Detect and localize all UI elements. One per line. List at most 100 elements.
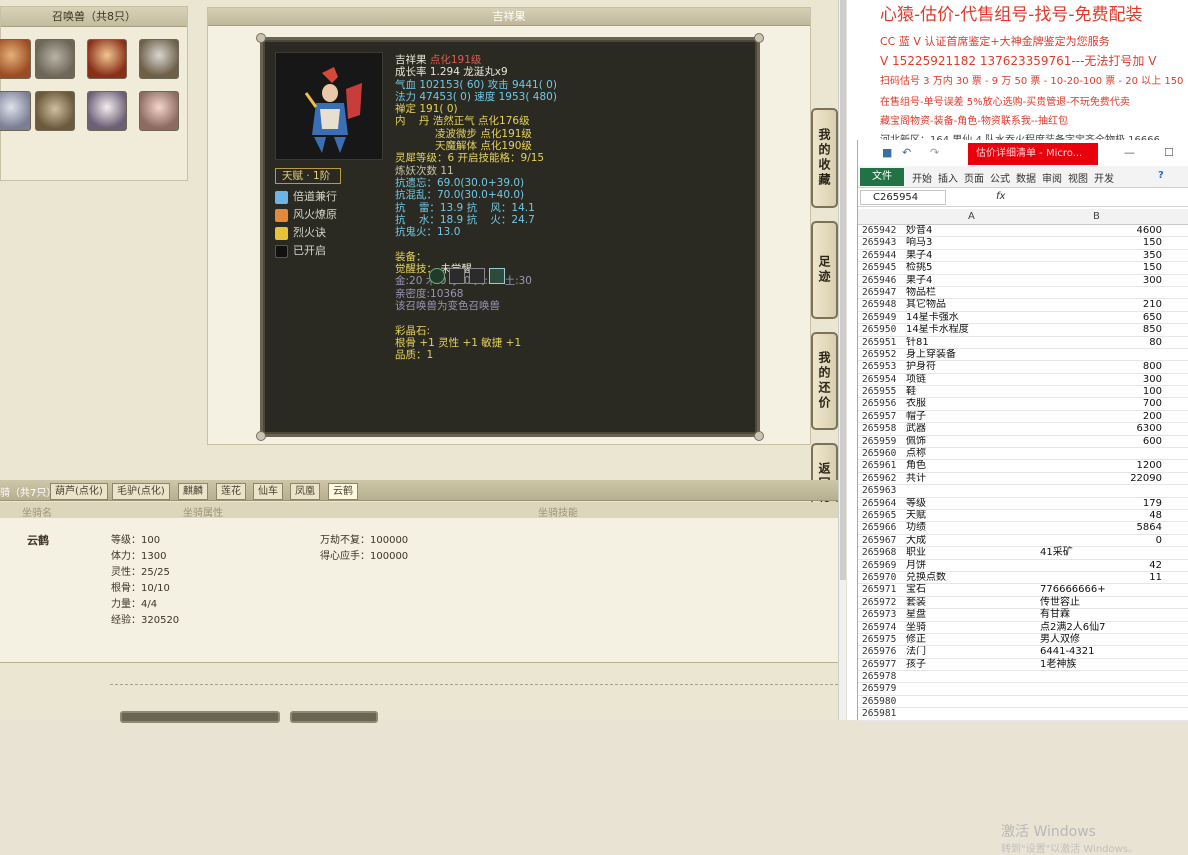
cell-b[interactable]: 200 <box>1040 411 1162 423</box>
sheet-row[interactable]: 265949 14星卡强水 650 <box>858 312 1188 325</box>
sheet-row[interactable]: 265960 点称 <box>858 448 1188 461</box>
sheet-row[interactable]: 265950 14星卡水程度 850 <box>858 324 1188 337</box>
sheet-row[interactable]: 265952 身上穿装备 <box>858 349 1188 362</box>
ribbon-tab[interactable]: 审阅 <box>1042 170 1062 185</box>
save-icon[interactable]: ■ <box>882 146 892 159</box>
column-a-header[interactable]: A <box>968 211 975 222</box>
equip-slot-icon[interactable] <box>429 268 445 284</box>
cell-a[interactable]: 等级 <box>906 498 1039 510</box>
sheet-row[interactable]: 265981 <box>858 708 1188 721</box>
sheet-row[interactable]: 265944 果子4 350 <box>858 250 1188 263</box>
sheet-row[interactable]: 265954 项链 300 <box>858 374 1188 387</box>
sheet-row[interactable]: 265976 法门 6441-4321 <box>858 646 1188 659</box>
cell-b[interactable]: 800 <box>1040 361 1162 373</box>
ribbon-tab[interactable]: 插入 <box>938 170 958 185</box>
cell-a[interactable]: 其它物品 <box>906 299 1039 311</box>
cell-b[interactable]: 700 <box>1040 398 1162 410</box>
sheet-row[interactable]: 265959 佩饰 600 <box>858 436 1188 449</box>
sheet-row[interactable]: 265958 武器 6300 <box>858 423 1188 436</box>
sheet-row[interactable]: 265969 月饼 42 <box>858 560 1188 572</box>
cell-b[interactable]: 776666666+ <box>1040 584 1162 596</box>
cell-b[interactable]: 点2满2人6仙7 <box>1040 622 1162 634</box>
redo-icon[interactable]: ↷ <box>930 146 939 159</box>
cell-a[interactable]: 月饼 <box>906 560 1039 572</box>
cell-a[interactable]: 法门 <box>906 646 1039 658</box>
sheet-row[interactable]: 265973 星盘 有甘霖 <box>858 609 1188 622</box>
cell-b[interactable]: 80 <box>1040 337 1162 349</box>
skill-row[interactable]: 风火燎原 <box>275 206 385 224</box>
scrollbar[interactable] <box>838 0 846 720</box>
cell-b[interactable]: 300 <box>1040 374 1162 386</box>
cell-a[interactable]: 套装 <box>906 597 1039 609</box>
cell-b[interactable]: 100 <box>1040 386 1162 398</box>
sheet-row[interactable]: 265963 <box>858 485 1188 498</box>
equip-slot-icon[interactable] <box>489 268 505 284</box>
summon-avatar-7[interactable] <box>87 91 127 131</box>
cell-a[interactable]: 14星卡水程度 <box>906 324 1039 336</box>
cell-b[interactable]: 350 <box>1040 250 1162 262</box>
ribbon-tab[interactable]: 数据 <box>1016 170 1036 185</box>
cell-b[interactable]: 0 <box>1040 535 1162 547</box>
sheet-row[interactable]: 265947 物品栏 <box>858 287 1188 300</box>
cell-a[interactable]: 检挑5 <box>906 262 1039 274</box>
sheet-row[interactable]: 265980 <box>858 696 1188 709</box>
sheet-row[interactable]: 265956 衣服 700 <box>858 398 1188 411</box>
summon-avatar-8[interactable] <box>139 91 179 131</box>
cell-b[interactable]: 179 <box>1040 498 1162 510</box>
cell-b[interactable]: 210 <box>1040 299 1162 311</box>
scrollbar-thumb[interactable] <box>840 0 846 580</box>
sheet-row[interactable]: 265974 坐骑 点2满2人6仙7 <box>858 622 1188 634</box>
sheet-row[interactable]: 265946 果子4 300 <box>858 275 1188 287</box>
sheet-row[interactable]: 265953 护身符 800 <box>858 361 1188 374</box>
action-button[interactable] <box>290 711 378 723</box>
cell-a[interactable]: 大成 <box>906 535 1039 547</box>
file-tab[interactable]: 文件 <box>860 168 904 186</box>
skill-row[interactable]: 烈火诀 <box>275 224 385 242</box>
side-tab-history[interactable]: 足迹 <box>811 221 838 319</box>
sheet-row[interactable]: 265948 其它物品 210 <box>858 299 1188 312</box>
sheet-row[interactable]: 265970 兑换点数 11 <box>858 572 1188 585</box>
cell-b[interactable]: 5864 <box>1040 522 1162 534</box>
cell-a[interactable]: 物品栏 <box>906 287 1039 299</box>
summon-avatar-4[interactable] <box>139 39 179 79</box>
cell-a[interactable]: 果子4 <box>906 250 1039 262</box>
cell-b[interactable]: 11 <box>1040 572 1162 584</box>
cell-a[interactable]: 鞋 <box>906 386 1039 398</box>
skill-row[interactable]: 已开启 <box>275 242 385 260</box>
cell-a[interactable]: 坐骑 <box>906 622 1039 634</box>
cell-a[interactable]: 武器 <box>906 423 1039 435</box>
sheet-row[interactable]: 265945 检挑5 150 <box>858 262 1188 275</box>
cell-a[interactable]: 衣服 <box>906 398 1039 410</box>
ribbon-tab[interactable]: 页面 <box>964 170 984 185</box>
mount-tab[interactable]: 仙车 <box>253 483 283 500</box>
ribbon-tab[interactable]: 公式 <box>990 170 1010 185</box>
sheet-row[interactable]: 265979 <box>858 683 1188 696</box>
cell-b[interactable]: 男人双修 <box>1040 634 1162 646</box>
mount-tab[interactable]: 麒麟 <box>178 483 208 500</box>
cell-b[interactable]: 600 <box>1040 436 1162 448</box>
sheet-row[interactable]: 265962 共计 22090 <box>858 473 1188 486</box>
summon-avatar-1[interactable] <box>0 39 31 79</box>
undo-icon[interactable]: ↶ <box>902 146 911 159</box>
cell-a[interactable]: 佩饰 <box>906 436 1039 448</box>
sheet-row[interactable]: 265943 响马3 150 <box>858 237 1188 250</box>
sheet-row[interactable]: 265972 套装 传世容止 <box>858 597 1188 610</box>
cell-a[interactable]: 针81 <box>906 337 1039 349</box>
cell-a[interactable]: 孩子 <box>906 659 1039 671</box>
equip-slot-icon[interactable] <box>449 268 465 284</box>
cell-a[interactable]: 响马3 <box>906 237 1039 249</box>
mount-tab[interactable]: 凤凰 <box>290 483 320 500</box>
sheet-row[interactable]: 265971 宝石 776666666+ <box>858 584 1188 597</box>
cell-a[interactable]: 兑换点数 <box>906 572 1039 584</box>
cell-b[interactable]: 4600 <box>1040 225 1162 237</box>
cell-b[interactable]: 有甘霖 <box>1040 609 1162 621</box>
cell-b[interactable]: 650 <box>1040 312 1162 324</box>
cell-a[interactable]: 护身符 <box>906 361 1039 373</box>
cell-b[interactable]: 1200 <box>1040 460 1162 472</box>
cell-a[interactable]: 天赋 <box>906 510 1039 522</box>
mount-tab[interactable]: 葫芦(点化) <box>50 483 108 500</box>
equip-slot-icon[interactable] <box>469 268 485 284</box>
sheet-row[interactable]: 265977 孩子 1老神族 <box>858 659 1188 672</box>
cell-b[interactable]: 41采矿 <box>1040 547 1162 559</box>
maximize-icon[interactable]: ☐ <box>1164 146 1174 159</box>
